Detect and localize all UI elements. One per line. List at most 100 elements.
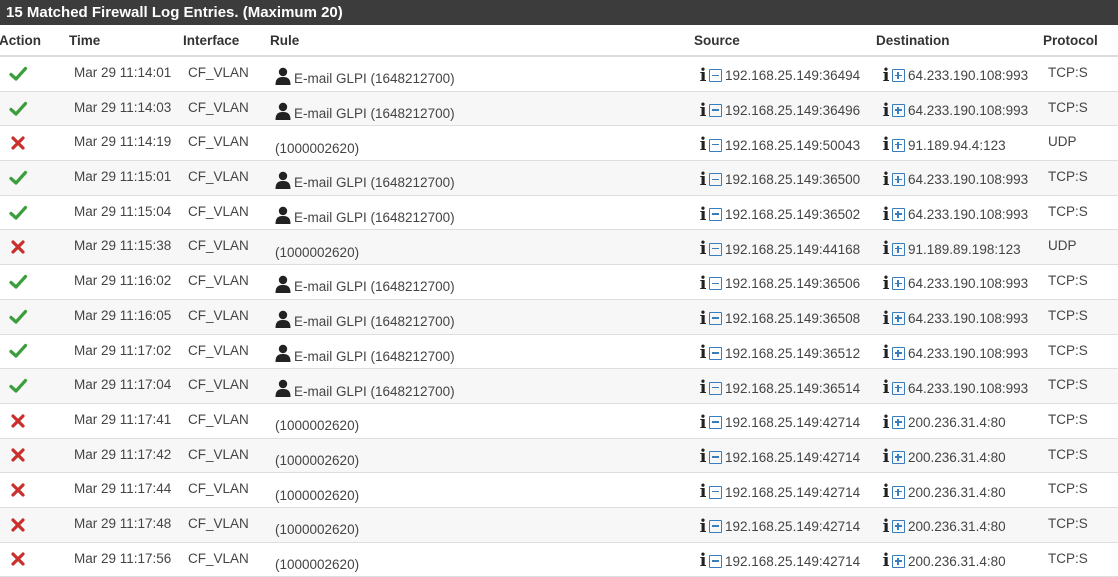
info-icon[interactable]: i <box>698 517 708 536</box>
info-icon[interactable]: i <box>881 448 891 466</box>
times-icon[interactable] <box>8 480 28 500</box>
rule-link[interactable]: E-mail GLPI (1648212700) <box>294 349 455 364</box>
info-icon[interactable]: i <box>881 274 891 293</box>
info-icon[interactable]: i <box>698 379 708 397</box>
header-action[interactable]: Action <box>0 33 41 48</box>
info-icon[interactable]: i <box>881 170 891 189</box>
plus-square-icon[interactable] <box>892 520 905 534</box>
minus-square-icon[interactable] <box>709 277 722 291</box>
minus-square-icon[interactable] <box>709 381 722 395</box>
info-icon[interactable]: i <box>698 240 708 258</box>
plus-square-icon[interactable] <box>892 416 905 430</box>
rule-link[interactable]: E-mail GLPI (1648212700) <box>294 106 455 121</box>
info-icon[interactable]: i <box>881 379 891 397</box>
minus-square-icon[interactable] <box>709 554 722 568</box>
minus-square-icon[interactable] <box>709 485 722 499</box>
info-icon[interactable]: i <box>881 101 891 120</box>
info-icon[interactable]: i <box>698 413 708 432</box>
plus-square-icon[interactable] <box>892 104 905 118</box>
minus-square-icon[interactable] <box>709 312 722 326</box>
plus-square-icon[interactable] <box>892 277 905 291</box>
rule-link[interactable]: (1000002620) <box>275 522 359 537</box>
minus-square-icon[interactable] <box>709 173 722 187</box>
plus-square-icon[interactable] <box>892 381 905 395</box>
rule-link[interactable]: (1000002620) <box>275 453 359 468</box>
header-destination[interactable]: Destination <box>876 33 950 48</box>
check-icon[interactable] <box>8 341 28 361</box>
info-icon[interactable]: i <box>698 205 708 224</box>
info-icon[interactable]: i <box>698 101 708 120</box>
check-icon[interactable] <box>8 376 28 396</box>
check-icon[interactable] <box>8 307 28 327</box>
minus-square-icon[interactable] <box>709 450 722 464</box>
info-icon[interactable]: i <box>881 66 891 85</box>
info-icon[interactable]: i <box>698 309 708 328</box>
rule-link[interactable]: (1000002620) <box>275 418 359 433</box>
info-icon[interactable]: i <box>698 344 708 362</box>
rule-link[interactable]: E-mail GLPI (1648212700) <box>294 210 455 225</box>
plus-square-icon[interactable] <box>892 450 905 464</box>
minus-square-icon[interactable] <box>709 242 722 256</box>
minus-square-icon[interactable] <box>709 416 722 430</box>
info-icon[interactable]: i <box>881 344 891 362</box>
times-icon[interactable] <box>8 515 28 535</box>
header-rule[interactable]: Rule <box>270 33 299 48</box>
rule-link[interactable]: E-mail GLPI (1648212700) <box>294 71 455 86</box>
header-protocol[interactable]: Protocol <box>1043 33 1098 48</box>
info-icon[interactable]: i <box>698 483 708 501</box>
rule-link[interactable]: (1000002620) <box>275 557 359 572</box>
minus-square-icon[interactable] <box>709 208 722 222</box>
rule-link[interactable]: (1000002620) <box>275 488 359 503</box>
check-icon[interactable] <box>8 203 28 223</box>
times-icon[interactable] <box>8 237 28 257</box>
info-icon[interactable]: i <box>881 240 891 258</box>
info-icon[interactable]: i <box>881 309 891 328</box>
info-icon[interactable]: i <box>881 136 891 154</box>
plus-square-icon[interactable] <box>892 208 905 222</box>
minus-square-icon[interactable] <box>709 520 722 534</box>
minus-square-icon[interactable] <box>709 346 722 360</box>
plus-square-icon[interactable] <box>892 173 905 187</box>
rule-link[interactable]: E-mail GLPI (1648212700) <box>294 314 455 329</box>
rule-link[interactable]: E-mail GLPI (1648212700) <box>294 384 455 399</box>
info-icon[interactable]: i <box>698 448 708 466</box>
info-icon[interactable]: i <box>698 136 708 154</box>
info-icon[interactable]: i <box>881 413 891 432</box>
check-icon[interactable] <box>8 168 28 188</box>
times-icon[interactable] <box>8 411 28 431</box>
interface-cell: CF_VLAN <box>188 515 249 531</box>
minus-square-icon[interactable] <box>709 104 722 118</box>
times-icon[interactable] <box>8 133 28 153</box>
plus-square-icon[interactable] <box>892 242 905 256</box>
info-icon[interactable]: i <box>698 66 708 85</box>
times-icon[interactable] <box>8 549 28 569</box>
minus-square-icon[interactable] <box>709 138 722 152</box>
check-icon[interactable] <box>8 64 28 84</box>
info-icon[interactable]: i <box>698 552 708 570</box>
rule-link[interactable]: (1000002620) <box>275 245 359 260</box>
header-interface[interactable]: Interface <box>183 33 239 48</box>
time-cell: Mar 29 11:14:01 <box>74 65 172 80</box>
minus-square-icon[interactable] <box>709 69 722 83</box>
rule-link[interactable]: E-mail GLPI (1648212700) <box>294 175 455 190</box>
info-icon[interactable]: i <box>881 517 891 536</box>
rule-link[interactable]: E-mail GLPI (1648212700) <box>294 279 455 294</box>
info-icon[interactable]: i <box>881 483 891 501</box>
info-icon[interactable]: i <box>881 552 891 570</box>
plus-square-icon[interactable] <box>892 554 905 568</box>
check-icon[interactable] <box>8 99 28 119</box>
plus-square-icon[interactable] <box>892 312 905 326</box>
header-time[interactable]: Time <box>69 33 100 48</box>
check-icon[interactable] <box>8 272 28 292</box>
plus-square-icon[interactable] <box>892 485 905 499</box>
times-icon[interactable] <box>8 445 28 465</box>
plus-square-icon[interactable] <box>892 69 905 83</box>
table-row: Mar 29 11:14:19 CF_VLAN (1000002620) i 1… <box>0 126 1118 162</box>
plus-square-icon[interactable] <box>892 346 905 360</box>
header-source[interactable]: Source <box>694 33 740 48</box>
info-icon[interactable]: i <box>698 170 708 189</box>
rule-link[interactable]: (1000002620) <box>275 141 359 156</box>
info-icon[interactable]: i <box>881 205 891 224</box>
plus-square-icon[interactable] <box>892 138 905 152</box>
info-icon[interactable]: i <box>698 274 708 293</box>
